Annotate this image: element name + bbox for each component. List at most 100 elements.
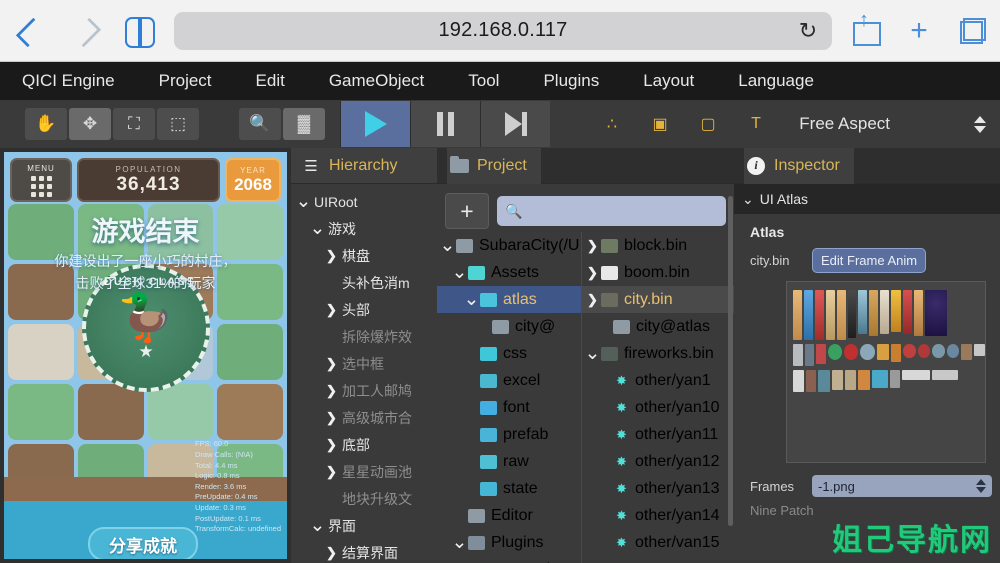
back-button[interactable] <box>0 0 56 62</box>
chevron-down-icon[interactable] <box>309 521 326 531</box>
project-asset-node[interactable]: fireworks.bin <box>582 340 734 367</box>
chevron-down-icon[interactable] <box>451 538 468 548</box>
hierarchy-node[interactable]: 界面 <box>291 512 437 539</box>
forward-button[interactable] <box>56 0 112 62</box>
hierarchy-node[interactable]: 棋盘 <box>291 242 437 269</box>
hierarchy-node[interactable]: 底部 <box>291 431 437 458</box>
menu-item-layout[interactable]: Layout <box>621 71 716 91</box>
hierarchy-node[interactable]: 头补色消m <box>291 269 437 296</box>
project-asset-node[interactable]: ✸ other/van15 <box>582 529 734 556</box>
chevron-right-icon[interactable] <box>323 356 340 372</box>
menu-item-project[interactable]: Project <box>137 71 234 91</box>
project-tab[interactable]: Project <box>437 147 734 184</box>
new-tab-button[interactable]: + <box>892 0 946 62</box>
chevron-right-icon[interactable] <box>584 292 601 308</box>
chevron-down-icon[interactable] <box>463 295 480 305</box>
chevron-right-icon[interactable] <box>323 464 340 480</box>
project-tree-right[interactable]: block.bin boom.bin city.bin city@atlas firew… <box>582 232 734 563</box>
hierarchy-node[interactable]: 游戏 <box>291 215 437 242</box>
chevron-right-icon[interactable] <box>584 238 601 254</box>
text-tool-button[interactable]: T <box>736 108 776 140</box>
rect-tool-button[interactable]: ⬚ <box>157 108 199 140</box>
chevron-right-icon[interactable] <box>323 302 340 318</box>
aspect-selector[interactable]: Free Aspect <box>799 114 1000 134</box>
chevron-down-icon[interactable] <box>309 224 326 234</box>
project-tree-node[interactable]: css <box>437 340 581 367</box>
add-asset-button[interactable]: + <box>445 193 489 229</box>
project-asset-node[interactable]: ✸ other/yan1 <box>582 367 734 394</box>
hierarchy-node[interactable]: 加工人邮鸠 <box>291 377 437 404</box>
show-tabs-button[interactable] <box>946 0 1000 62</box>
hierarchy-node[interactable]: 头部 <box>291 296 437 323</box>
chevron-down-icon[interactable] <box>584 349 601 359</box>
hierarchy-node[interactable]: 选中框 <box>291 350 437 377</box>
chevron-right-icon[interactable] <box>323 383 340 399</box>
project-tree-node[interactable]: atlas <box>437 286 581 313</box>
edit-frame-animation-button[interactable]: Edit Frame Anim <box>812 248 927 273</box>
hierarchy-tree[interactable]: UIRoot 游戏棋盘头补色消m 头部拆除爆炸效选中框加工人邮鸠高级城市合底部星星动… <box>291 184 437 563</box>
hand-tool-button[interactable]: ✋ <box>25 108 67 140</box>
share-achievement-button[interactable]: 分享成就 <box>88 527 198 559</box>
project-tree-node[interactable]: Editor <box>437 502 581 529</box>
hierarchy-tab[interactable]: ☰ Hierarchy <box>291 148 437 184</box>
hierarchy-node[interactable]: 结算界面 <box>291 539 437 563</box>
project-tree-left[interactable]: SubaraCity(/U Assets atlas city@ css excel fon… <box>437 232 582 563</box>
project-tree-node[interactable]: prefab <box>437 421 581 448</box>
project-tree-node[interactable]: font <box>437 394 581 421</box>
project-asset-node[interactable]: boom.bin <box>582 259 734 286</box>
url-bar[interactable]: 192.168.0.117 ↻ <box>174 11 832 50</box>
project-asset-node[interactable]: ✸ other/yan11 <box>582 421 734 448</box>
project-asset-node[interactable]: ✸ other/yan13 <box>582 475 734 502</box>
hierarchy-node[interactable]: 星星动画池 <box>291 458 437 485</box>
project-asset-node[interactable]: city.bin <box>582 286 734 313</box>
chevron-down-icon[interactable] <box>439 241 456 251</box>
project-tree-node[interactable]: Assets <box>437 259 581 286</box>
hierarchy-node[interactable]: UIRoot <box>291 188 437 215</box>
hierarchy-node[interactable]: 高级城市合 <box>291 404 437 431</box>
menu-item-tool[interactable]: Tool <box>446 71 521 91</box>
menu-item-qici-engine[interactable]: QICI Engine <box>0 71 137 91</box>
project-tree-node[interactable]: raw <box>437 448 581 475</box>
chevron-right-icon[interactable] <box>323 248 340 264</box>
chevron-right-icon[interactable] <box>323 410 340 426</box>
scale-tool-button[interactable]: ⛶ <box>113 108 155 140</box>
project-asset-node[interactable]: ✸ other/yan10 <box>582 394 734 421</box>
hierarchy-node[interactable]: 拆除爆炸效 <box>291 323 437 350</box>
project-asset-node[interactable]: block.bin <box>582 232 734 259</box>
chevron-right-icon[interactable] <box>584 265 601 281</box>
sprite-tool-button[interactable]: ▣ <box>640 108 680 140</box>
project-asset-node[interactable]: ✸ other/yan14 <box>582 502 734 529</box>
project-tree-node[interactable]: excel <box>437 367 581 394</box>
pause-button[interactable] <box>410 101 480 147</box>
hierarchy-node[interactable]: 地块升级文 <box>291 485 437 512</box>
bookmarks-button[interactable] <box>112 0 168 62</box>
project-tree-node[interactable]: com.qic <box>437 556 581 563</box>
ui-atlas-section-header[interactable]: ⌄ UI Atlas <box>734 184 1000 214</box>
menu-item-gameobject[interactable]: GameObject <box>307 71 446 91</box>
grid-tool-button[interactable]: ▓ <box>283 108 325 140</box>
step-button[interactable] <box>480 101 550 147</box>
atlas-preview-image[interactable] <box>786 281 986 463</box>
chevron-down-icon[interactable] <box>451 268 468 278</box>
project-tree-node[interactable]: city@ <box>437 313 581 340</box>
share-button[interactable] <box>838 0 892 62</box>
node-tool-button[interactable]: ∴ <box>592 108 632 140</box>
menu-item-plugins[interactable]: Plugins <box>521 71 621 91</box>
move-tool-button[interactable]: ✥ <box>69 108 111 140</box>
project-tree-node[interactable]: SubaraCity(/U <box>437 232 581 259</box>
play-button[interactable] <box>340 101 410 147</box>
game-menu-button[interactable]: MENU <box>10 158 72 202</box>
frames-dropdown[interactable]: -1.png <box>812 475 992 497</box>
menu-item-language[interactable]: Language <box>716 71 836 91</box>
zoom-tool-button[interactable]: 🔍 <box>239 108 281 140</box>
button-tool-button[interactable]: ▢ <box>688 108 728 140</box>
project-search-input[interactable]: 🔍 <box>497 196 726 226</box>
chevron-down-icon[interactable] <box>295 197 312 207</box>
chevron-right-icon[interactable] <box>323 437 340 453</box>
project-asset-node[interactable]: ✸ other/yan12 <box>582 448 734 475</box>
inspector-tab[interactable]: i Inspector <box>734 147 1000 184</box>
menu-item-edit[interactable]: Edit <box>234 71 307 91</box>
chevron-right-icon[interactable] <box>323 545 340 561</box>
project-tree-node[interactable]: state <box>437 475 581 502</box>
reload-icon[interactable]: ↻ <box>796 18 820 43</box>
